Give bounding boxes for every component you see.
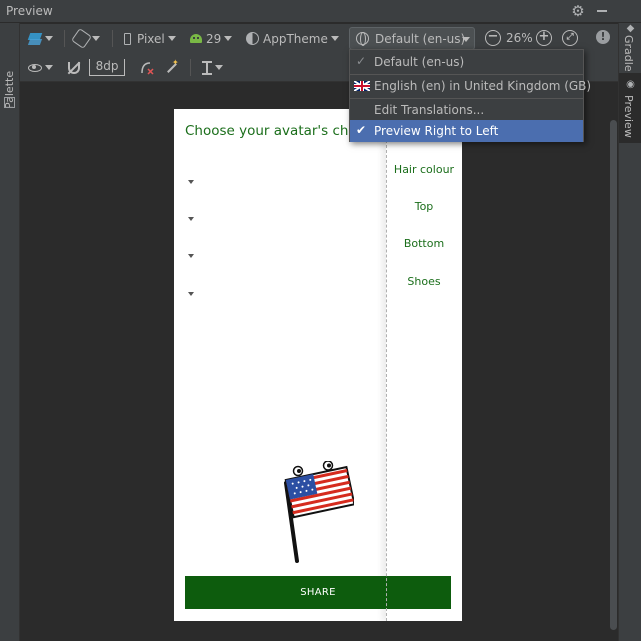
phone-icon xyxy=(124,32,131,45)
menu-item-default-locale[interactable]: ✓ Default (en-us) xyxy=(350,51,583,73)
locale-selector[interactable]: Default (en-us) xyxy=(349,27,475,50)
device-selector[interactable]: Pixel xyxy=(124,28,176,49)
menu-item-preview-rtl[interactable]: ✔ Preview Right to Left xyxy=(350,120,583,142)
api-level-selector[interactable]: 29 xyxy=(190,28,233,49)
clear-constraints-icon xyxy=(140,61,154,75)
toolbar-divider xyxy=(64,30,65,47)
layers-icon xyxy=(27,32,43,46)
window-title: Preview xyxy=(6,4,53,18)
zoom-level: 26% xyxy=(506,31,533,45)
zoom-in-icon[interactable]: + xyxy=(536,30,552,46)
toolbar-divider xyxy=(112,30,113,47)
palette-tab[interactable]: Palette xyxy=(0,53,20,113)
clear-constraints-button[interactable] xyxy=(140,57,154,78)
locale-dropdown-menu: ✓ Default (en-us) English (en) in United… xyxy=(349,49,591,142)
rtl-divider-line xyxy=(386,140,387,621)
avatar-header: Choose your avatar's char xyxy=(185,123,363,139)
gradle-icon: ◆ xyxy=(626,23,635,34)
autoconnect-toggle[interactable] xyxy=(68,57,80,78)
guidelines-button[interactable] xyxy=(202,57,223,78)
default-margin-selector[interactable]: 8dp xyxy=(89,59,125,76)
toolbar-divider xyxy=(190,59,191,76)
globe-icon xyxy=(356,32,369,46)
left-tool-strip: Palette xyxy=(0,23,20,641)
preview-tab-label: Preview xyxy=(622,95,635,138)
right-tool-strip: ◆ Gradle ◉ Preview xyxy=(618,23,641,641)
shoes-label: Shoes xyxy=(407,275,441,288)
rotate-icon xyxy=(71,28,92,49)
zoom-to-fit-icon[interactable]: ⤢ xyxy=(562,30,578,46)
guideline-icon xyxy=(202,60,212,75)
orientation-button[interactable] xyxy=(71,28,100,49)
theme-selector[interactable]: AppTheme xyxy=(246,28,339,49)
spinner-arrow-icon[interactable] xyxy=(188,180,194,184)
vertical-scrollbar[interactable] xyxy=(610,120,617,630)
check-icon: ✔ xyxy=(356,123,367,137)
design-surface-button[interactable] xyxy=(27,28,53,49)
spinner-arrow-icon[interactable] xyxy=(188,254,194,258)
api-label: 29 xyxy=(206,31,222,46)
theme-label: AppTheme xyxy=(263,31,328,46)
chevron-down-icon xyxy=(92,36,100,41)
chevron-down-icon xyxy=(330,36,339,41)
theme-icon xyxy=(246,32,259,45)
eye-icon xyxy=(28,63,42,72)
share-button[interactable]: SHARE xyxy=(185,576,451,609)
warning-icon[interactable]: ! xyxy=(596,30,610,44)
chevron-down-icon xyxy=(215,65,223,70)
us-flag-icon xyxy=(278,460,356,563)
device-label: Pixel xyxy=(137,31,165,46)
top-label: Top xyxy=(414,200,434,213)
check-icon: ✓ xyxy=(356,54,367,68)
locale-label: Default (en-us) xyxy=(375,32,466,46)
zoom-out-icon[interactable]: − xyxy=(485,30,501,46)
preview-window: Preview ⚙ Palette ◆ Gradle ◉ Preview Pix… xyxy=(0,0,641,641)
menu-item-label: English (en) in United Kingdom (GB) xyxy=(374,79,592,93)
device-preview[interactable]: Choose your avatar's char Hair colour To… xyxy=(174,109,462,621)
chevron-down-icon xyxy=(462,37,470,42)
android-icon xyxy=(190,34,202,43)
chevron-down-icon xyxy=(167,36,176,41)
view-options-button[interactable] xyxy=(28,57,53,78)
bottom-label: Bottom xyxy=(403,237,445,250)
preview-tab[interactable]: ◉ Preview xyxy=(619,73,641,143)
gear-icon[interactable]: ⚙ xyxy=(570,2,586,20)
menu-item-edit-translations[interactable]: Edit Translations... xyxy=(350,99,583,121)
eye-icon: ◉ xyxy=(626,79,635,90)
menu-item-english-uk[interactable]: English (en) in United Kingdom (GB) xyxy=(350,75,591,97)
magic-wand-icon xyxy=(165,58,179,75)
gradle-tab-label: Gradle xyxy=(622,35,635,72)
infer-constraints-button[interactable] xyxy=(165,57,179,78)
magnet-icon xyxy=(68,61,80,74)
menu-item-label: Default (en-us) xyxy=(374,55,465,69)
menu-item-label: Preview Right to Left xyxy=(374,124,499,138)
uk-flag-icon xyxy=(354,81,370,91)
menu-item-label: Edit Translations... xyxy=(374,103,485,117)
chevron-down-icon xyxy=(45,65,53,70)
palette-icon xyxy=(4,97,15,108)
spinner-arrow-icon[interactable] xyxy=(188,292,194,296)
hair-colour-label: Hair colour xyxy=(393,163,455,176)
title-bar: Preview ⚙ xyxy=(0,0,641,23)
gradle-tab[interactable]: ◆ Gradle xyxy=(619,23,641,72)
chevron-down-icon xyxy=(45,36,53,41)
chevron-down-icon xyxy=(224,36,233,41)
spinner-arrow-icon[interactable] xyxy=(188,217,194,221)
minimize-icon[interactable] xyxy=(597,10,607,12)
